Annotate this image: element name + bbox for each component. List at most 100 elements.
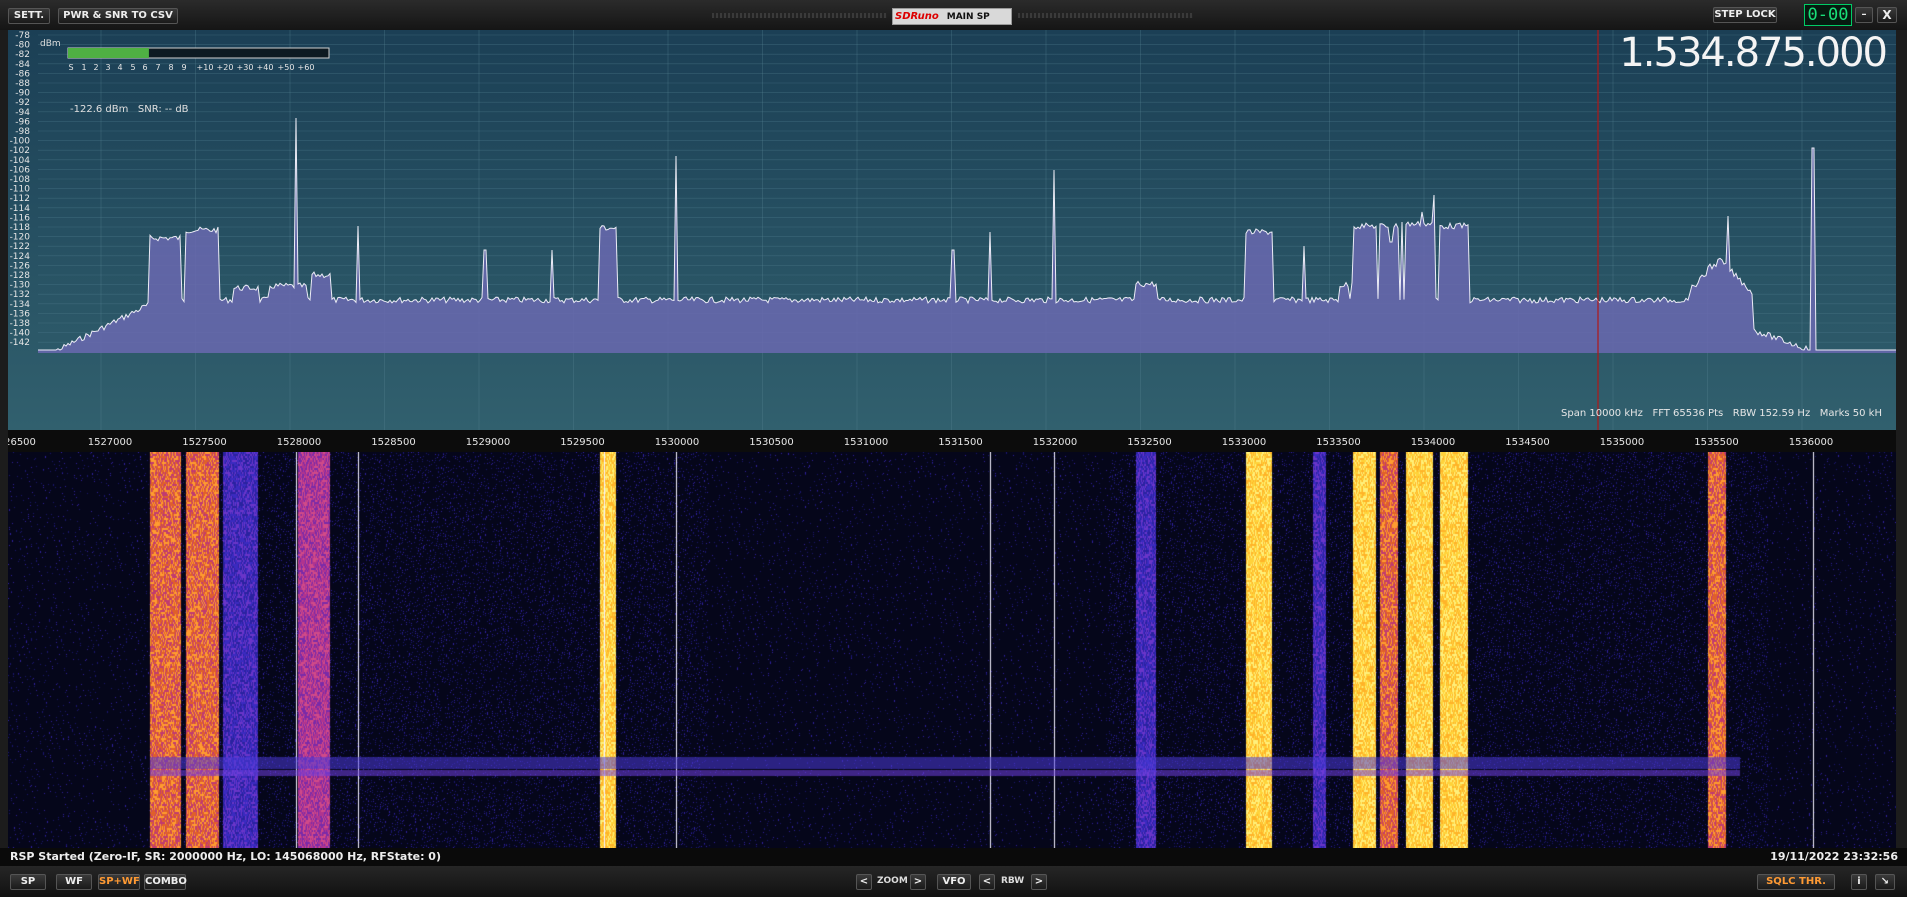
s-meter-bar xyxy=(68,48,149,58)
freq-tick-label: 1534500 xyxy=(1505,437,1550,448)
db-tick-label: -136 xyxy=(10,309,31,319)
rbw-label: RBW xyxy=(1001,876,1025,886)
db-tick-label: -138 xyxy=(10,319,31,329)
db-tick-label: -106 xyxy=(10,165,31,175)
db-tick-label: -84 xyxy=(15,60,30,70)
db-tick-label: -124 xyxy=(10,252,31,262)
status-message: RSP Started (Zero-IF, SR: 2000000 Hz, LO… xyxy=(10,850,441,863)
db-tick-label: -102 xyxy=(10,146,30,156)
freq-tick-label: 1529500 xyxy=(560,437,605,448)
status-datetime: 19/11/2022 23:32:56 xyxy=(1770,850,1898,863)
db-tick-label: -140 xyxy=(10,329,31,339)
db-tick-label: -92 xyxy=(15,98,30,108)
s-meter-label: 8 xyxy=(168,63,173,72)
freq-tick-label: 1530500 xyxy=(749,437,794,448)
db-tick-label: -130 xyxy=(10,281,31,291)
window-caption: MAIN SP xyxy=(946,12,990,22)
vrx-indicator[interactable]: 0-00 xyxy=(1804,4,1852,26)
s-meter-label: 6 xyxy=(142,63,147,72)
minimize-button[interactable]: – xyxy=(1855,7,1873,23)
db-tick-label: -116 xyxy=(10,213,31,223)
db-tick-label: -128 xyxy=(10,271,31,281)
freq-tick-label: 26500 xyxy=(8,437,36,448)
wf-mode-button[interactable]: WF xyxy=(56,874,92,890)
brand-label: SDRuno xyxy=(895,11,939,22)
db-tick-label: -114 xyxy=(10,204,31,214)
power-snr-readout: -122.6 dBm SNR: -- dB xyxy=(70,104,189,115)
s-meter-label: +10 xyxy=(197,63,214,72)
freq-tick-label: 1527000 xyxy=(88,437,133,448)
freq-tick-label: 1530000 xyxy=(655,437,700,448)
db-tick-label: -132 xyxy=(10,290,30,300)
db-tick-label: -134 xyxy=(10,300,31,310)
db-tick-label: -90 xyxy=(15,89,30,99)
freq-tick-label: 1532500 xyxy=(1127,437,1172,448)
rbw-increase-button[interactable]: > xyxy=(1031,874,1047,890)
sqlc-threshold-button[interactable]: SQLC THR. xyxy=(1757,874,1835,890)
freq-tick-label: 1528500 xyxy=(371,437,416,448)
s-meter-label: 2 xyxy=(93,63,98,72)
freq-tick-label: 1531000 xyxy=(844,437,889,448)
freq-tick-label: 1532000 xyxy=(1033,437,1078,448)
spectrum-display[interactable]: -78-80-82-84-86-88-90-92-94-96-98-100-10… xyxy=(8,30,1896,430)
db-tick-label: -100 xyxy=(10,137,31,147)
freq-tick-label: 1528000 xyxy=(277,437,322,448)
s-meter-label: +30 xyxy=(237,63,254,72)
freq-tick-label: 1531500 xyxy=(938,437,983,448)
sp-mode-button[interactable]: SP xyxy=(10,874,46,890)
vfo-frequency-display[interactable]: 1.534.875.000 xyxy=(1619,30,1888,76)
waterfall-display[interactable] xyxy=(8,452,1896,848)
db-tick-label: -88 xyxy=(15,79,30,89)
db-tick-label: -82 xyxy=(15,50,30,60)
sp-wf-mode-button[interactable]: SP+WF xyxy=(98,874,140,890)
s-meter-label: +20 xyxy=(217,63,234,72)
bottom-toolbar: SP WF SP+WF COMBO < ZOOM > VFO < RBW > S… xyxy=(0,866,1907,897)
spectrum-info-readout: Span 10000 kHz FFT 65536 Pts RBW 152.59 … xyxy=(1561,408,1882,419)
db-tick-label: -98 xyxy=(15,127,30,137)
s-meter-label: 1 xyxy=(81,63,86,72)
db-tick-label: -112 xyxy=(10,194,30,204)
db-tick-label: -126 xyxy=(10,261,31,271)
vfo-button[interactable]: VFO xyxy=(937,874,971,890)
title-grip-right[interactable] xyxy=(1018,13,1193,18)
freq-tick-label: 1535500 xyxy=(1694,437,1739,448)
db-tick-label: -94 xyxy=(15,108,30,118)
step-lock-button[interactable]: STEP LOCK xyxy=(1713,7,1777,23)
db-tick-label: -120 xyxy=(10,233,31,243)
db-tick-label: -118 xyxy=(10,223,31,233)
rbw-decrease-button[interactable]: < xyxy=(979,874,995,890)
frequency-axis[interactable]: 26500 1527000 1527500 1528000 1528500 1529000… xyxy=(8,430,1896,452)
title-grip-left[interactable] xyxy=(712,13,887,18)
db-tick-label: -142 xyxy=(10,338,30,348)
db-tick-label: -108 xyxy=(10,175,31,185)
db-tick-label: -86 xyxy=(15,69,30,79)
db-tick-label: -96 xyxy=(15,117,30,127)
zoom-label: ZOOM xyxy=(877,876,908,886)
expand-icon[interactable]: ↘ xyxy=(1875,874,1895,890)
zoom-increase-button[interactable]: > xyxy=(910,874,926,890)
s-meter-label: 4 xyxy=(117,63,122,72)
info-button[interactable]: i xyxy=(1851,874,1867,890)
close-button[interactable]: X xyxy=(1877,7,1897,23)
freq-tick-label: 1535000 xyxy=(1600,437,1645,448)
db-tick-label: -110 xyxy=(10,185,31,195)
freq-tick-label: 1533000 xyxy=(1222,437,1267,448)
s-meter-label: 9 xyxy=(181,63,186,72)
s-meter-label: +50 xyxy=(278,63,295,72)
s-meter-label: +40 xyxy=(257,63,274,72)
freq-tick-label: 1536000 xyxy=(1789,437,1834,448)
db-tick-label: -122 xyxy=(10,242,30,252)
freq-tick-label: 1529000 xyxy=(466,437,511,448)
freq-tick-label: 1527500 xyxy=(182,437,227,448)
s-meter-label: +60 xyxy=(298,63,315,72)
combo-mode-button[interactable]: COMBO xyxy=(144,874,187,890)
settings-button[interactable]: SETT. xyxy=(8,8,50,24)
db-tick-label: -104 xyxy=(10,156,31,166)
s-meter-label: 5 xyxy=(130,63,135,72)
pwr-snr-csv-button[interactable]: PWR & SNR TO CSV xyxy=(58,8,178,24)
status-bar: RSP Started (Zero-IF, SR: 2000000 Hz, LO… xyxy=(0,848,1907,866)
db-tick-label: -78 xyxy=(15,31,30,41)
zoom-decrease-button[interactable]: < xyxy=(856,874,872,890)
freq-tick-label: 1534000 xyxy=(1411,437,1456,448)
s-meter-label: 3 xyxy=(105,63,110,72)
